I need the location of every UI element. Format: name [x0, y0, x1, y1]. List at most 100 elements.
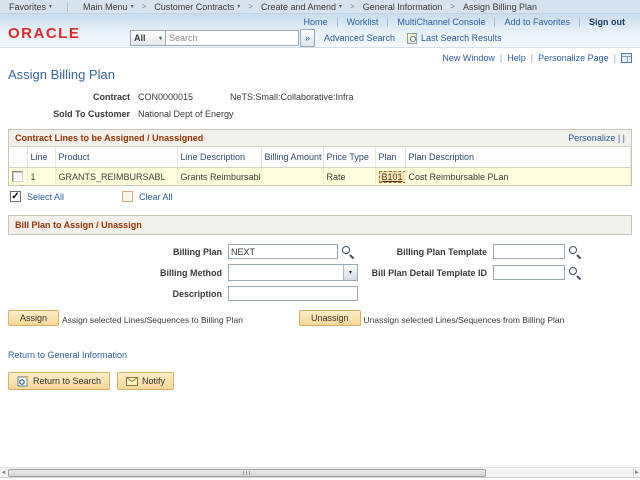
chevron-down-icon: ▾: [339, 3, 342, 10]
contract-label: Contract: [0, 92, 138, 102]
footer-toolbar: Return to Search Notify: [8, 372, 640, 390]
breadcrumb-divider: [67, 2, 68, 12]
description-input[interactable]: [228, 286, 358, 301]
billing-plan-template-label: Billing Plan Template: [363, 247, 493, 257]
scrollbar-grip: [243, 471, 252, 475]
header-links: Home Worklist MultiChannel Console Add t…: [295, 17, 634, 27]
chevron-down-icon: ▾: [343, 265, 357, 280]
cell-billing-amount: [261, 168, 323, 186]
multichannel-console-link[interactable]: MultiChannel Console: [388, 17, 495, 27]
help-link[interactable]: Help: [502, 53, 531, 63]
lookup-magnifier-icon[interactable]: [568, 266, 581, 279]
oracle-logo[interactable]: ORACLE: [8, 25, 80, 42]
personalize-page-link[interactable]: Personalize Page: [533, 53, 614, 63]
lookup-magnifier-icon[interactable]: [568, 245, 581, 258]
worklist-link[interactable]: Worklist: [338, 17, 389, 27]
unassign-button[interactable]: Unassign: [299, 310, 361, 326]
breadcrumb: Favorites ▾ Main Menu ▾ > Customer Contr…: [0, 0, 640, 14]
billing-plan-row: Billing Plan Billing Plan Template: [0, 243, 640, 260]
breadcrumb-separator: >: [447, 2, 458, 11]
column-header-line: Line: [27, 147, 55, 168]
search-scope-dropdown[interactable]: All ▾: [130, 30, 166, 46]
page-title: Assign Billing Plan: [8, 67, 640, 82]
select-all-checkbox[interactable]: ✓: [10, 191, 21, 202]
column-header-billing-amount: Billing Amount: [261, 147, 323, 168]
assign-caption: Assign selected Lines/Sequences to Billi…: [62, 315, 299, 326]
breadcrumb-customer-contracts[interactable]: Customer Contracts ▾: [149, 2, 245, 12]
sold-to-label: Sold To Customer: [0, 109, 138, 119]
lookup-magnifier-icon[interactable]: [341, 245, 354, 258]
general-information-label: General Information: [363, 2, 443, 12]
billing-method-select[interactable]: ▾: [228, 264, 358, 281]
chevron-down-icon: ▾: [49, 3, 52, 10]
horizontal-scrollbar[interactable]: ◄ ►: [0, 467, 640, 478]
clear-all-link[interactable]: Clear All: [139, 192, 173, 202]
separator: |: [614, 53, 616, 63]
plan-link[interactable]: B101: [379, 171, 406, 183]
billing-plan-input[interactable]: [228, 244, 338, 259]
scroll-left-arrow[interactable]: ◄: [0, 469, 7, 477]
contract-lines-title: Contract Lines to be Assigned / Unassign…: [15, 133, 203, 143]
bill-plan-section-title: Bill Plan to Assign / Unassign: [15, 220, 142, 230]
last-search-results-link[interactable]: Last Search Results: [421, 33, 502, 43]
cell-plan-description: Cost Reimbursable PLan: [405, 168, 631, 186]
app-header: ORACLE Home Worklist MultiChannel Consol…: [0, 14, 640, 48]
billing-plan-template-input[interactable]: [493, 244, 565, 259]
clear-all-checkbox[interactable]: [122, 191, 133, 202]
chevron-down-icon: ▾: [159, 35, 162, 42]
return-to-general-information-link[interactable]: Return to General Information: [8, 350, 127, 360]
table-header-row: Line Product Line Description Billing Am…: [9, 147, 631, 168]
search-scope-value: All: [134, 33, 146, 43]
select-column-header: [9, 147, 27, 168]
breadcrumb-general-information[interactable]: General Information: [358, 2, 448, 12]
column-header-plan-description: Plan Description: [405, 147, 631, 168]
bill-plan-form: Billing Plan Billing Plan Template Billi…: [0, 243, 640, 302]
assign-billing-plan-crumb-label: Assign Billing Plan: [463, 2, 537, 12]
scroll-right-arrow[interactable]: ►: [633, 469, 640, 477]
create-and-amend-label: Create and Amend: [261, 2, 336, 12]
scrollbar-thumb[interactable]: [8, 469, 486, 477]
main-menu[interactable]: Main Menu ▾: [78, 2, 139, 12]
column-header-line-description: Line Description: [177, 147, 261, 168]
contract-number: CON0000015: [138, 92, 230, 102]
favorites-label: Favorites: [9, 2, 46, 12]
chevron-down-icon: ▾: [237, 3, 240, 10]
search-input[interactable]: [166, 30, 299, 46]
row-select-checkbox[interactable]: [12, 171, 23, 182]
cell-line: 1: [27, 168, 55, 186]
bill-plan-detail-template-input[interactable]: [493, 265, 565, 280]
assign-actions: Assign Assign selected Lines/Sequences t…: [8, 310, 640, 326]
breadcrumb-create-and-amend[interactable]: Create and Amend ▾: [256, 2, 347, 12]
billing-method-label: Billing Method: [0, 268, 228, 278]
sign-out-link[interactable]: Sign out: [580, 17, 634, 27]
grid-personalize-link[interactable]: Personalize | |: [568, 133, 625, 143]
grid-window-icon[interactable]: [621, 53, 632, 63]
breadcrumb-separator: >: [347, 2, 358, 11]
select-all-link[interactable]: Select All: [27, 192, 64, 202]
breadcrumb-separator: >: [139, 2, 150, 11]
advanced-search-link[interactable]: Advanced Search: [324, 33, 395, 43]
chevron-down-icon: ▾: [131, 3, 134, 10]
assign-button[interactable]: Assign: [8, 310, 59, 326]
cell-line-description: Grants Reimbursable: [177, 168, 261, 186]
return-to-search-icon: [17, 375, 29, 387]
home-link[interactable]: Home: [295, 17, 338, 27]
add-to-favorites-link[interactable]: Add to Favorites: [495, 17, 580, 27]
description-label: Description: [0, 289, 228, 299]
selection-controls: ✓ Select All Clear All: [10, 191, 640, 202]
last-search-results-icon: [407, 33, 417, 44]
contract-lines-header: Contract Lines to be Assigned / Unassign…: [9, 130, 631, 147]
notify-button[interactable]: Notify: [117, 372, 174, 390]
favorites-menu[interactable]: Favorites ▾: [4, 2, 57, 12]
new-window-link[interactable]: New Window: [437, 53, 500, 63]
page-action-bar: New Window | Help | Personalize Page |: [0, 48, 640, 63]
notify-label: Notify: [142, 376, 165, 386]
bill-plan-detail-template-label: Bill Plan Detail Template ID: [363, 268, 493, 278]
billing-plan-label: Billing Plan: [0, 247, 228, 257]
search-go-button[interactable]: »: [300, 29, 315, 47]
breadcrumb-separator: >: [245, 2, 256, 11]
search-bar: All ▾ » Advanced Search Last Search Resu…: [130, 29, 502, 47]
return-to-search-button[interactable]: Return to Search: [8, 372, 110, 390]
return-to-search-label: Return to Search: [33, 376, 101, 386]
notify-envelope-icon: [126, 377, 138, 386]
